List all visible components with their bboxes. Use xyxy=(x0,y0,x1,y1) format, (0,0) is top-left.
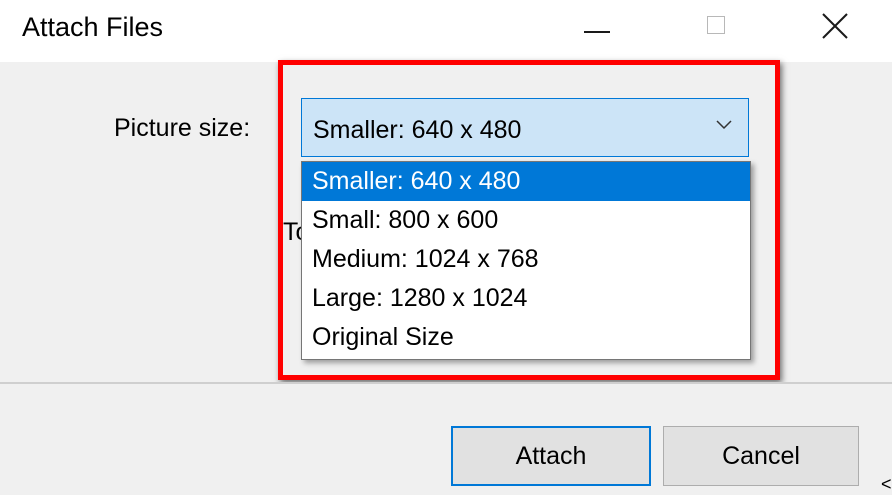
picture-size-select[interactable]: Smaller: 640 x 480 xyxy=(301,98,749,157)
minimize-icon xyxy=(584,31,610,33)
chevron-down-icon xyxy=(716,120,732,130)
close-icon xyxy=(822,13,848,39)
cancel-button[interactable]: Cancel xyxy=(663,426,859,486)
picture-size-label: Picture size: xyxy=(114,114,251,142)
option-medium[interactable]: Medium: 1024 x 768 xyxy=(302,240,750,279)
picture-size-value: Smaller: 640 x 480 xyxy=(313,116,522,144)
maximize-icon xyxy=(707,16,725,34)
close-button[interactable] xyxy=(806,0,866,62)
window-title: Attach Files xyxy=(22,12,164,42)
option-small[interactable]: Small: 800 x 600 xyxy=(302,201,750,240)
corner-glyph: < xyxy=(881,474,892,494)
picture-size-dropdown-list: Smaller: 640 x 480 Small: 800 x 600 Medi… xyxy=(301,161,751,360)
minimize-button[interactable] xyxy=(568,0,628,62)
option-large[interactable]: Large: 1280 x 1024 xyxy=(302,279,750,318)
attach-button[interactable]: Attach xyxy=(451,426,651,486)
option-smaller[interactable]: Smaller: 640 x 480 xyxy=(302,162,750,201)
option-original-size[interactable]: Original Size xyxy=(302,318,750,357)
title-bar: Attach Files xyxy=(0,0,892,62)
maximize-button[interactable] xyxy=(688,0,748,62)
